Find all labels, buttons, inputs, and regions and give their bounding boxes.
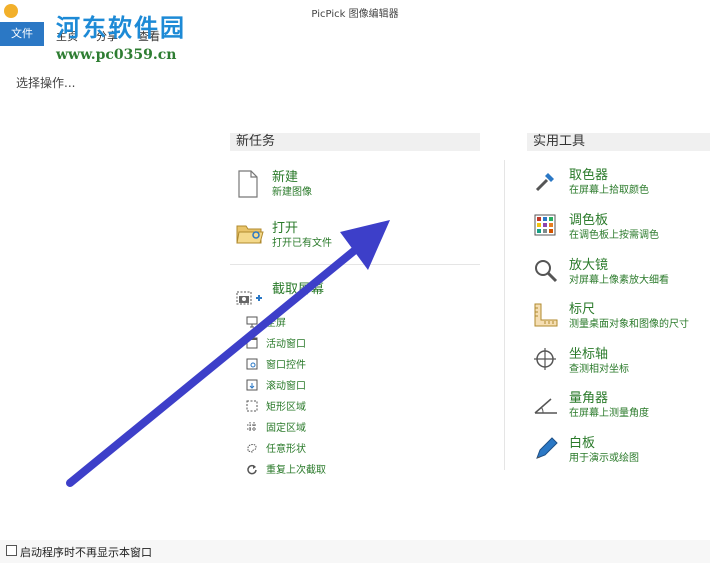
startup-checkbox[interactable] [6, 545, 17, 556]
startup-checkbox-label: 启动程序时不再显示本窗口 [20, 546, 152, 559]
annotation-arrow [66, 220, 390, 487]
footer: 启动程序时不再显示本窗口 [0, 540, 710, 563]
